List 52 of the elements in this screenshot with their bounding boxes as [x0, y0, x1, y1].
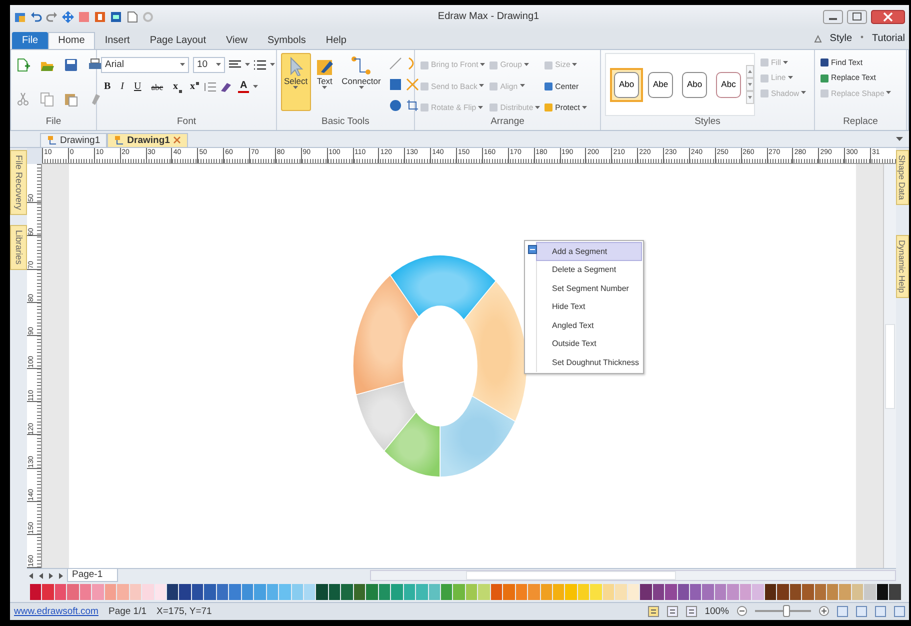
- group-label: Arrange: [490, 116, 524, 129]
- font-size-field[interactable]: 10: [193, 57, 225, 73]
- format-subscript-button[interactable]: x: [170, 81, 184, 93]
- tool-button[interactable]: Select: [281, 53, 311, 111]
- side-panel-tab[interactable]: File Recovery: [10, 150, 27, 216]
- ribbon-link[interactable]: Tutorial: [872, 33, 905, 45]
- ribbon-tab[interactable]: Symbols: [258, 32, 316, 49]
- page-indicator: Page 1/1: [108, 606, 147, 618]
- menu-item[interactable]: Outside Text: [536, 334, 642, 354]
- menu-item[interactable]: Hide Text: [536, 298, 642, 316]
- zoom-level: 100%: [704, 606, 729, 618]
- style-swatch[interactable]: Abo: [614, 72, 639, 98]
- font-color-button[interactable]: A: [238, 81, 250, 93]
- cursor-coordinates: X=175, Y=71: [156, 606, 212, 618]
- font-size: 10: [197, 59, 208, 71]
- ribbon-tab[interactable]: Page Layout: [140, 32, 216, 49]
- group-label: File: [46, 116, 62, 129]
- window-title: Edraw Max - Drawing1: [438, 11, 540, 22]
- file-menu-tab[interactable]: File: [12, 32, 48, 49]
- ribbon-tab[interactable]: Home: [48, 32, 95, 49]
- style-swatch[interactable]: Abo: [682, 72, 707, 98]
- group-label: Replace: [843, 116, 878, 129]
- menu-item[interactable]: Delete a Segment: [536, 260, 642, 280]
- page-tab[interactable]: Page-1: [67, 569, 118, 582]
- style-swatch[interactable]: Abc: [716, 72, 741, 98]
- format-strikethrough-button[interactable]: abc: [148, 82, 166, 92]
- format-superscript-button[interactable]: x: [187, 81, 200, 93]
- group-label: Font: [176, 116, 196, 129]
- ribbon-tab[interactable]: View: [216, 32, 258, 49]
- menu-item[interactable]: Add a Segment: [536, 242, 642, 261]
- menu-item[interactable]: Angled Text: [536, 316, 642, 335]
- format-bold-button[interactable]: B: [101, 81, 114, 93]
- font-name-field[interactable]: Arial: [101, 57, 189, 73]
- menu-item[interactable]: Set Segment Number: [536, 279, 642, 298]
- tool-button[interactable]: Text: [312, 53, 338, 116]
- style-swatch[interactable]: Abe: [648, 72, 673, 98]
- ribbon-link[interactable]: Style: [830, 33, 852, 45]
- document-tab[interactable]: Drawing1: [107, 132, 188, 147]
- side-panel-tab[interactable]: Dynamic Help: [896, 234, 909, 298]
- group-label: Styles: [694, 116, 720, 129]
- format-underline-button[interactable]: U: [131, 81, 144, 93]
- tool-button[interactable]: Connector: [338, 53, 384, 116]
- document-tab[interactable]: Drawing1: [40, 132, 108, 147]
- format-italic-button[interactable]: I: [118, 81, 128, 93]
- side-panel-tab[interactable]: Libraries: [10, 225, 27, 270]
- menu-item[interactable]: Set Doughnut Thickness: [536, 354, 642, 372]
- font-name: Arial: [105, 59, 124, 71]
- ribbon-tab[interactable]: Insert: [94, 32, 140, 49]
- website-link[interactable]: www.edrawsoft.com: [14, 606, 98, 618]
- ribbon-tab[interactable]: Help: [316, 32, 356, 49]
- side-panel-tab[interactable]: Shape Data: [896, 150, 909, 205]
- group-label: Basic Tools: [322, 116, 370, 129]
